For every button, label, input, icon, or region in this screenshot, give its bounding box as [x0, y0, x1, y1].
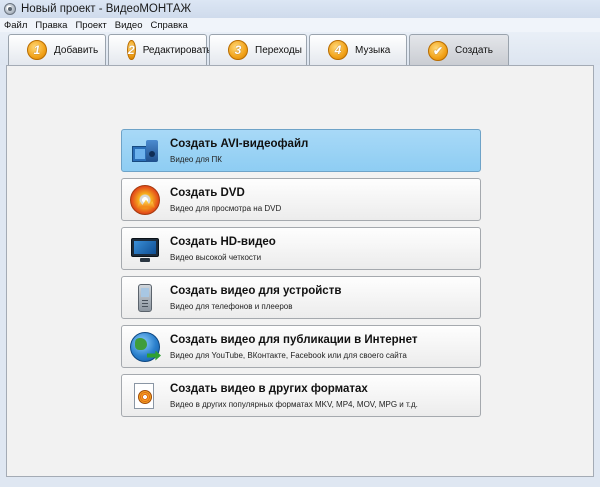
avi-file-icon [130, 136, 160, 166]
tab-create[interactable]: ✔ Создать [409, 34, 509, 66]
step-tabs: 1 Добавить 2 Редактировать 3 Переходы 4 … [0, 32, 600, 66]
globe-icon [130, 331, 160, 362]
create-dvd-button[interactable]: Создать DVD Видео для просмотра на DVD [121, 178, 481, 221]
option-title: Создать видео в других форматах [170, 382, 368, 395]
menu-help[interactable]: Справка [151, 20, 188, 31]
option-subtitle: Видео для ПК [170, 154, 222, 164]
create-panel: Создать AVI-видеофайл Видео для ПК Созда… [6, 65, 594, 477]
hd-monitor-icon [130, 234, 160, 264]
tab-edit-label: Редактировать [142, 44, 212, 56]
window-bottom-edge [0, 477, 600, 487]
option-title: Создать видео для публикации в Интернет [170, 333, 418, 346]
app-logo-icon [4, 3, 16, 15]
option-subtitle: Видео для телефонов и плееров [170, 301, 293, 311]
tab-create-label: Создать [455, 45, 494, 56]
create-other-formats-button[interactable]: Создать видео в других форматах Видео в … [121, 374, 481, 417]
tab-add-label: Добавить [54, 44, 99, 56]
tab-music[interactable]: 4 Музыка [309, 34, 407, 65]
create-web-video-button[interactable]: Создать видео для публикации в Интернет … [121, 325, 481, 368]
title-bar: Новый проект - ВидеоМОНТАЖ [0, 0, 600, 18]
option-subtitle: Видео высокой четкости [170, 252, 262, 262]
create-device-video-button[interactable]: Создать видео для устройств Видео для те… [121, 276, 481, 319]
option-title: Создать HD-видео [170, 235, 276, 248]
dvd-disc-icon [130, 184, 160, 215]
film-reel-document-icon [130, 381, 160, 411]
menu-edit[interactable]: Правка [35, 20, 67, 31]
create-avi-button[interactable]: Создать AVI-видеофайл Видео для ПК [121, 129, 481, 172]
option-title: Создать AVI-видеофайл [170, 137, 309, 150]
option-subtitle: Видео для YouTube, ВКонтакте, Facebook и… [170, 350, 407, 360]
tab-transitions-label: Переходы [255, 44, 302, 56]
checkmark-icon: ✔ [428, 40, 448, 61]
menu-project[interactable]: Проект [75, 20, 106, 31]
step-3-icon: 3 [228, 40, 248, 60]
option-title: Создать DVD [170, 186, 245, 199]
option-title: Создать видео для устройств [170, 284, 342, 297]
menu-file[interactable]: Файл [4, 20, 27, 31]
tab-transitions[interactable]: 3 Переходы [209, 34, 307, 65]
tab-add[interactable]: 1 Добавить [8, 34, 106, 65]
option-subtitle: Видео для просмотра на DVD [170, 203, 282, 213]
menu-video[interactable]: Видео [115, 20, 143, 31]
step-2-icon: 2 [127, 40, 136, 60]
window-title: Новый проект - ВидеоМОНТАЖ [21, 3, 192, 15]
step-4-icon: 4 [328, 40, 348, 60]
option-subtitle: Видео в других популярных форматах MKV, … [170, 399, 418, 409]
tab-music-label: Музыка [355, 44, 391, 56]
step-1-icon: 1 [27, 40, 47, 60]
menu-bar: Файл Правка Проект Видео Справка [0, 18, 600, 32]
tab-edit[interactable]: 2 Редактировать [108, 34, 212, 65]
mobile-phone-icon [130, 283, 160, 313]
create-hd-video-button[interactable]: Создать HD-видео Видео высокой четкости [121, 227, 481, 270]
